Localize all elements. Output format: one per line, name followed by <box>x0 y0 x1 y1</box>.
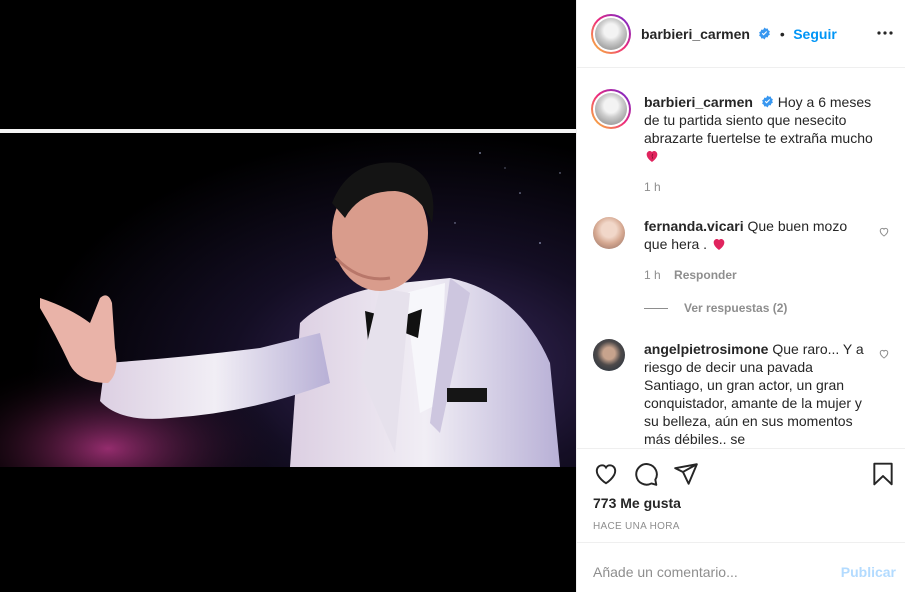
comment-1-time: 1 h <box>644 268 661 282</box>
post-caption: barbieri_carmen Hoy a 6 meses de tu part… <box>644 93 884 165</box>
caption-avatar[interactable] <box>591 89 631 129</box>
replies-line <box>644 308 668 310</box>
header-username[interactable]: barbieri_carmen <box>641 26 750 42</box>
share-icon[interactable] <box>673 461 699 487</box>
author-avatar[interactable] <box>591 14 631 54</box>
like-comment-2-icon[interactable] <box>878 348 890 360</box>
view-replies-label: Ver respuestas (2) <box>684 301 788 315</box>
publish-button[interactable]: Publicar <box>841 564 896 580</box>
post-photo <box>0 133 576 467</box>
commenter-avatar[interactable] <box>593 339 625 371</box>
verified-badge-icon <box>761 95 773 108</box>
comment-2-username[interactable]: angelpietrosimone <box>644 341 768 357</box>
likes-count[interactable]: 773 Me gusta <box>593 495 681 511</box>
caption-time: 1 h <box>644 180 661 194</box>
heart-emoji-icon <box>713 239 725 250</box>
post-actions: 773 Me gusta HACE UNA HORA <box>577 448 905 542</box>
view-replies-button[interactable]: Ver respuestas (2) <box>644 301 787 315</box>
post-sidebar: barbieri_carmen • Seguir barbieri_carmen… <box>576 0 905 592</box>
comment-1-meta: 1 h Responder <box>644 268 737 282</box>
comment-icon[interactable] <box>633 461 659 487</box>
like-heart-icon[interactable] <box>593 461 619 487</box>
more-options-icon[interactable] <box>876 24 894 42</box>
reply-button[interactable]: Responder <box>674 268 737 282</box>
caption-username[interactable]: barbieri_carmen <box>644 94 753 110</box>
comment-1-username[interactable]: fernanda.vicari <box>644 218 744 234</box>
comment-1: fernanda.vicari Que buen mozo que hera . <box>644 217 864 253</box>
like-comment-1-icon[interactable] <box>878 226 890 238</box>
post-header: barbieri_carmen • Seguir <box>577 0 905 68</box>
comments-list[interactable]: barbieri_carmen Hoy a 6 meses de tu part… <box>577 69 905 448</box>
follow-button[interactable]: Seguir <box>793 26 837 42</box>
post-timestamp: HACE UNA HORA <box>593 521 680 532</box>
commenter-avatar[interactable] <box>593 217 625 249</box>
separator-dot: • <box>779 26 785 42</box>
post-media[interactable] <box>0 0 576 592</box>
comment-input[interactable]: Añade un comentario... <box>593 564 738 580</box>
comment-2: angelpietrosimone Que raro... Y a riesgo… <box>644 340 866 448</box>
header-user-line: barbieri_carmen • Seguir <box>641 26 837 44</box>
heart-emoji-icon <box>646 151 658 162</box>
verified-badge-icon <box>759 27 771 40</box>
bookmark-icon[interactable] <box>870 461 896 487</box>
comment-composer: Añade un comentario... Publicar <box>577 542 905 592</box>
